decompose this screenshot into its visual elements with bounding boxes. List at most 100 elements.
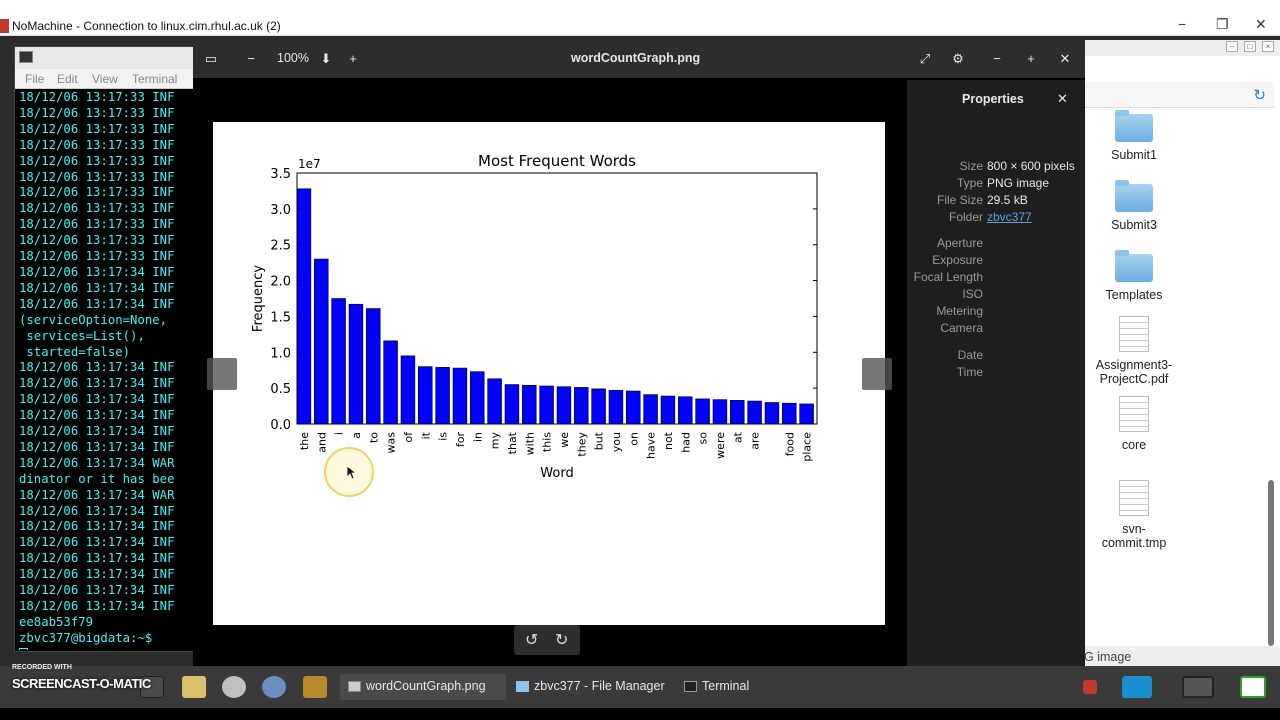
fm-location-bar[interactable]: ↻ [1084,82,1274,108]
bar-food [782,402,797,425]
x-tick-label: in [471,432,484,442]
folder-link[interactable]: zbvc377 [987,210,1032,224]
zoom-level[interactable]: 100% [277,51,309,65]
terminal-line: 18/12/06 13:17:34 INF [19,280,175,295]
fm-item-label: Submit1 [1111,148,1157,162]
task-file-manager[interactable]: zbvc377 - File Manager [508,674,676,700]
terminal-line: 18/12/06 13:17:34 INF [19,408,175,423]
browser-launcher-icon[interactable] [262,676,286,698]
fm-item-label: Submit3 [1111,218,1157,232]
fm-item-submit3[interactable]: Submit3 [1084,180,1184,232]
fm-maximize-button[interactable]: □ [1244,41,1256,52]
sidebar-toggle-icon[interactable]: ▭ [200,49,222,69]
file-manager-window[interactable]: – □ × ↻ Submit1 Submit3 Templates Assign… [1084,40,1280,666]
fm-close-button[interactable]: × [1262,41,1274,52]
property-value: 29.5 kB [987,193,1028,207]
zoom-out-icon[interactable]: − [240,49,262,69]
terminal-line: 18/12/06 13:17:33 INF [19,201,175,216]
gear-icon[interactable]: ⚙ [947,49,969,69]
x-tick-label: for [454,432,467,448]
chart-title: Most Frequent Words [478,152,636,170]
viewer-minimize-button[interactable]: − [986,49,1008,69]
bar-we [556,386,572,425]
pdf-file-icon [1119,316,1149,352]
nomachine-tray-icon[interactable] [1083,680,1097,694]
next-image-button[interactable] [862,358,892,390]
terminal-menu-file[interactable]: File [25,72,44,86]
rotate-right-icon[interactable]: ↻ [555,630,568,650]
y-axis-label: Frequency [251,265,266,332]
y-tick-label: 1.5 [270,310,291,325]
terminal-menu-edit[interactable]: Edit [57,72,78,86]
viewer-maximize-button[interactable]: + [1020,49,1042,69]
fm-scrollbar[interactable] [1268,480,1274,646]
outer-close-button[interactable]: ✕ [1255,16,1267,33]
fullscreen-icon[interactable]: ⤢ [914,49,936,69]
x-tick-label: that [506,431,519,454]
y-tick-label: 2.0 [270,275,291,290]
x-tick-label: was [385,432,398,454]
x-tick-label: so [697,432,710,445]
task-label: wordCountGraph.png [366,679,486,693]
x-tick-label: but [593,431,606,450]
x-tick-label: you [610,432,623,452]
property-label: Type [956,176,983,190]
x-tick-label: they [575,432,588,457]
rotate-left-icon[interactable]: ↺ [525,630,538,650]
property-label: Folder [948,210,983,224]
workspace-1-icon[interactable] [1122,676,1152,698]
zoom-dropdown-icon[interactable]: ⬇ [315,49,337,69]
terminal-titlebar[interactable] [15,47,195,69]
fm-item-core[interactable]: core [1084,396,1184,452]
fm-item-templates[interactable]: Templates [1084,250,1184,302]
x-tick-label: with [523,432,536,455]
terminal-output[interactable]: 18/12/06 13:17:33 INF 18/12/06 13:17:33 I… [19,90,195,650]
task-image-viewer[interactable]: wordCountGraph.png [340,674,506,700]
terminal-line: 18/12/06 13:17:34 INF [19,392,175,407]
bar-have [643,394,658,425]
property-label: Date [957,348,983,362]
x-tick-label: are [749,432,762,450]
terminal-line: 18/12/06 13:17:33 INF [19,121,175,136]
fm-item-label: Templates [1105,288,1163,302]
terminal-line: 18/12/06 13:17:34 INF [19,296,175,311]
files-launcher-icon[interactable] [303,676,327,698]
outer-restore-button[interactable]: ❐ [1216,16,1229,33]
logout-icon[interactable] [1240,676,1266,698]
previous-image-button[interactable] [207,358,237,390]
properties-close-icon[interactable]: ✕ [1057,91,1068,107]
x-tick-label: place [801,432,814,462]
x-tick-label: on [627,432,640,446]
fm-item-submit1[interactable]: Submit1 [1084,110,1184,162]
terminal-menu-view[interactable]: View [92,72,118,86]
terminal-line: 18/12/06 13:17:33 INF [19,249,175,264]
terminal-menu-terminal[interactable]: Terminal [132,72,177,86]
x-tick-label: at [731,431,744,443]
fm-item-label: Assignment3-ProjectC.pdf [1095,358,1173,386]
mouse-cursor-icon [347,466,357,480]
x-tick-label: to [367,432,380,443]
fm-minimize-button[interactable]: – [1226,41,1238,52]
fm-item-svn-commit[interactable]: svn-commit.tmp [1084,480,1184,550]
terminal-window[interactable]: File Edit View Terminal 18/12/06 13:17:3… [14,46,195,652]
file-manager-titlebar: – □ × [1084,40,1280,56]
workspace-2-icon[interactable] [1182,676,1214,698]
terminal-line: 18/12/06 13:17:33 INF [19,185,175,200]
mail-launcher-icon[interactable] [222,676,246,698]
zoom-in-icon[interactable]: + [342,49,364,69]
folder-icon [516,681,529,692]
watermark-small-text: RECORDED WITH [12,664,72,671]
refresh-icon[interactable]: ↻ [1253,86,1266,104]
fm-item-assignment-pdf[interactable]: Assignment3-ProjectC.pdf [1084,316,1184,386]
text-editor-launcher-icon[interactable] [182,676,206,698]
x-tick-label: have [645,432,658,459]
rotate-toolbar: ↺ ↻ [514,625,580,655]
viewer-close-button[interactable]: ✕ [1054,49,1076,69]
folder-icon [1115,180,1153,212]
image-canvas[interactable]: 0.0 0.5 1.0 1.5 2.0 2.5 3.0 3.5 the and i a to was of… [213,122,885,625]
bar-on [626,390,641,425]
outer-minimize-button[interactable]: − [1178,16,1186,32]
terminal-icon [684,681,697,692]
property-value: PNG image [987,176,1050,190]
task-terminal[interactable]: Terminal [676,674,844,700]
